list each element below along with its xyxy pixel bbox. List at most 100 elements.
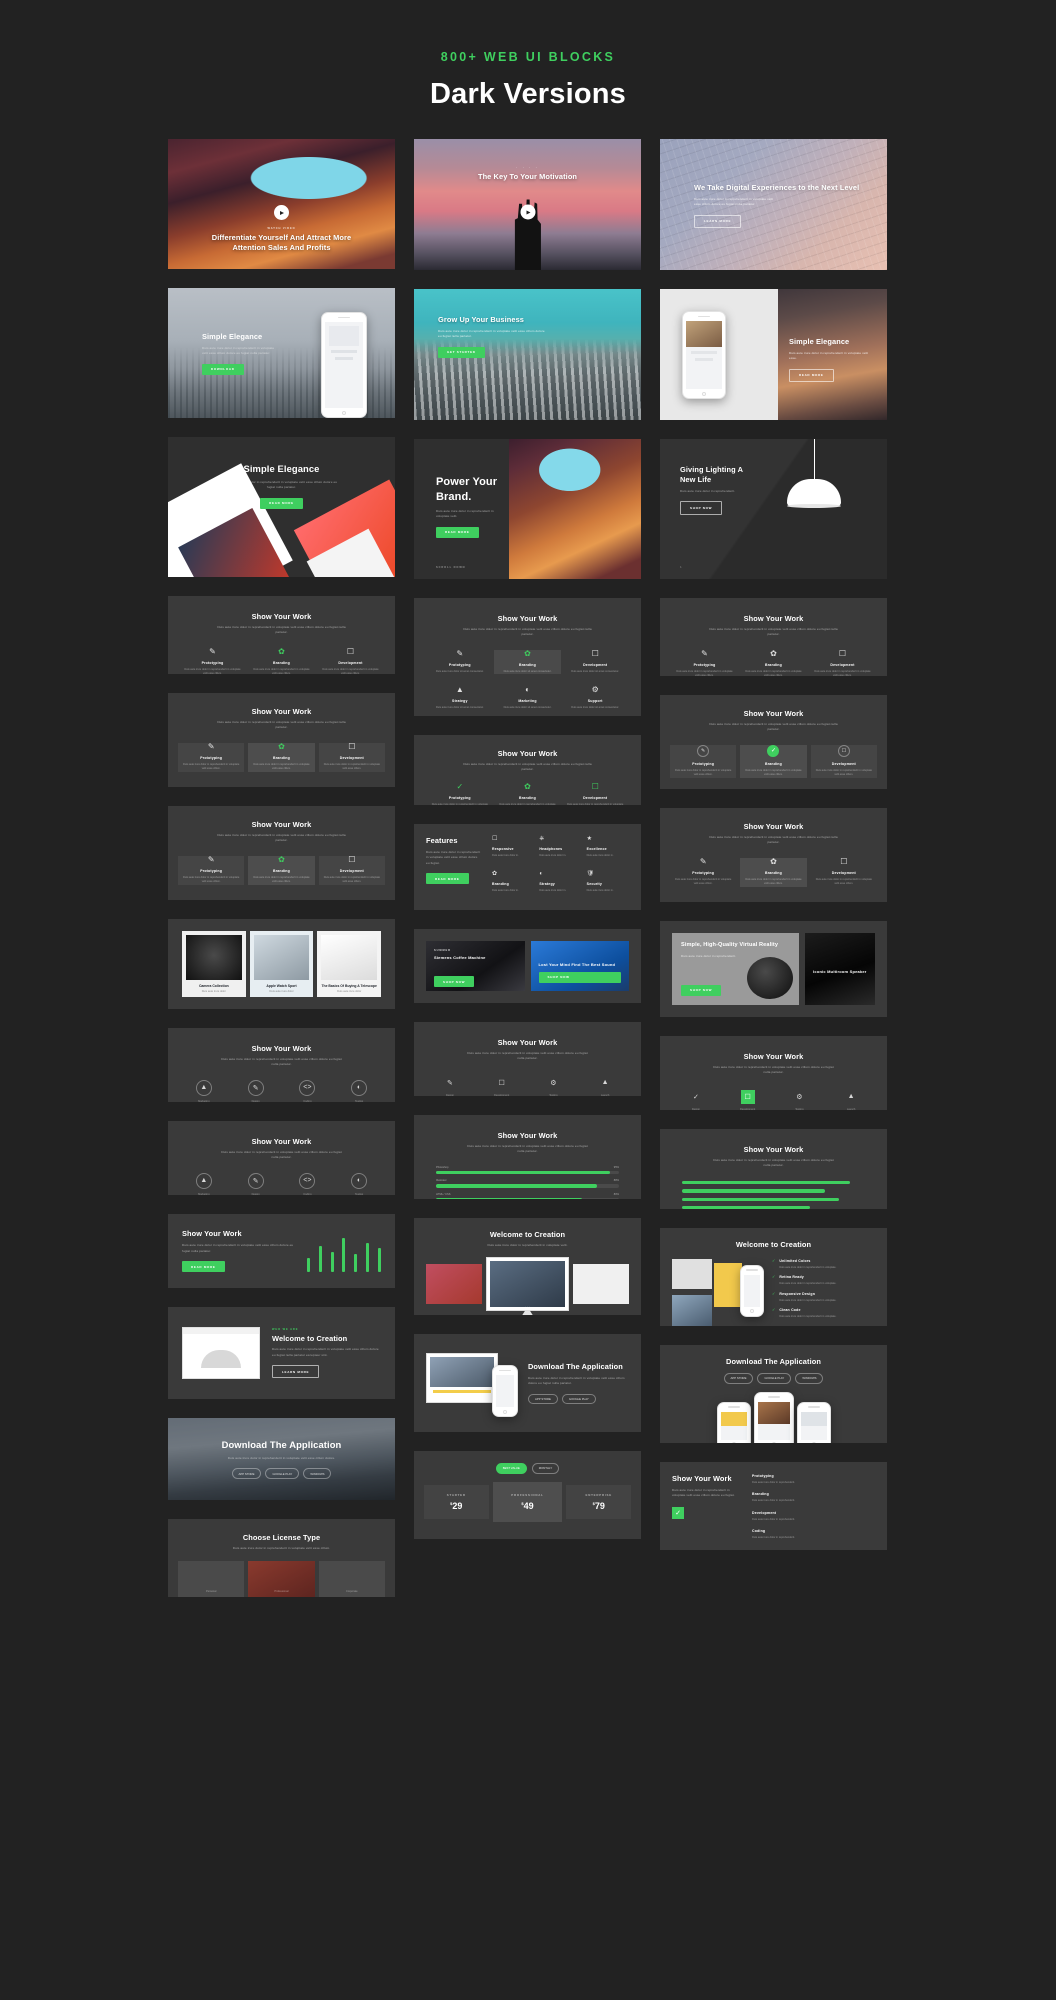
card-giving-lighting[interactable]: Giving Lighting A New Life Duis aute iru… — [660, 439, 887, 579]
feature-item[interactable]: ⚙ Support Duis aute irure dolor sit amet c… — [561, 686, 629, 710]
card-skills-circles-b[interactable]: Show Your Work Duis aute irure dolor in … — [168, 1121, 395, 1195]
skill-item[interactable]: <> Coding — [282, 1079, 334, 1102]
card-promo-two[interactable]: SUMMER Siemens Coffee Machine SHOP NOW L… — [414, 929, 641, 1003]
read-more-button[interactable]: READ MORE — [182, 1261, 225, 1273]
license-option[interactable]: Personal — [178, 1561, 245, 1597]
google-play-button[interactable]: GOOGLE PLAY — [265, 1468, 300, 1479]
feature-item[interactable]: ✿ Branding Duis aute irure dolor sit amet … — [493, 649, 562, 675]
license-option[interactable]: Corporate — [318, 1561, 385, 1597]
skill-item[interactable]: ⚙ Testing — [528, 1076, 580, 1096]
skill-item[interactable]: ✎ Design — [424, 1076, 476, 1096]
product-item[interactable]: Camera Collection Duis aute irure dolor — [182, 931, 246, 997]
list-item[interactable]: ✓ Clean Code Duis aute irure dolor in repr… — [772, 1308, 875, 1319]
feature-item[interactable]: ✎ Prototyping Duis aute irure dolor in r… — [178, 647, 247, 674]
read-more-button[interactable]: READ MORE — [260, 497, 303, 509]
card-show-your-work-boxed-2[interactable]: Show Your Work Duis aute irure dolor in … — [168, 806, 395, 900]
skill-item[interactable]: ✎ Design — [230, 1172, 282, 1195]
feature-item[interactable]: ✿ Branding Duis aute irure dolor in repr… — [248, 855, 315, 885]
card-vr-promo[interactable]: Simple, High-Quality Virtual Reality Dui… — [660, 921, 887, 1017]
card-simple-elegance-diagonal[interactable]: Simple Elegance Duis aute irure dolor in… — [168, 437, 395, 577]
feature-item[interactable]: ▲ Strategy Duis aute irure dolor sit amet … — [426, 686, 494, 710]
promo-item[interactable]: Lost Your Mind Find The Best Sound SHOP … — [530, 941, 629, 991]
card-product-collection[interactable]: Camera Collection Duis aute irure dolor … — [168, 919, 395, 1009]
feature-item[interactable]: ✿ Branding Duis aute irure dolor in repreh… — [494, 782, 562, 805]
card-show-your-work-green-check[interactable]: Show Your Work Duis aute irure dolor in … — [660, 695, 887, 789]
learn-more-button[interactable]: LEARN MORE — [272, 1365, 320, 1379]
feature-item[interactable]: 🛡 Security Duis aute irure dolor in. — [587, 871, 629, 899]
skill-item[interactable]: ▲ Marketing — [178, 1079, 230, 1102]
skill-item[interactable]: ◐ Testing — [333, 1172, 385, 1195]
feature-item[interactable]: ✎ Prototyping Duis aute irure dolor sit am… — [426, 649, 494, 674]
promo-item[interactable]: SUMMER Siemens Coffee Machine SHOP NOW — [426, 941, 525, 991]
card-welcome-slider[interactable]: Welcome to Creation Duis aute irure dolo… — [414, 1218, 641, 1315]
feature-item[interactable]: ◐ Strategy Duis aute irure dolor in. — [539, 871, 581, 899]
card-features-panel[interactable]: Features Duis aute irure dolor in repreh… — [414, 824, 641, 910]
pricing-plan[interactable]: ENTERPRISE $79 — [566, 1484, 631, 1519]
card-show-your-work-a[interactable]: Show Your Work Duis aute irure dolor in … — [168, 596, 395, 674]
feature-item[interactable]: ☐ Development Duis aute irure dolor in rep… — [811, 857, 877, 887]
list-item[interactable]: ✓ Retina Ready Duis aute irure dolor in re… — [772, 1275, 875, 1286]
skill-item[interactable]: ⚙ Testing — [774, 1090, 826, 1110]
feature-item[interactable]: ✿ Branding Duis aute irure dolor in repreh… — [739, 649, 808, 676]
feature-item[interactable]: ✓ Prototyping Duis aute irure dolor in rep… — [426, 782, 494, 805]
card-pricing[interactable]: BEST VALUE MONTHLY STARTER $29 PROFESSIO… — [414, 1451, 641, 1539]
card-show-your-work-c[interactable]: Show Your Work Duis aute irure dolor in … — [660, 598, 887, 676]
pricing-plan-featured[interactable]: PROFESSIONAL $49 — [492, 1481, 563, 1522]
play-icon[interactable] — [520, 204, 535, 220]
skill-item[interactable]: <> Coding — [282, 1172, 334, 1195]
pricing-toggle[interactable]: MONTHLY — [531, 1463, 560, 1474]
card-simple-elegance-phone[interactable]: Simple Elegance Duis aute irure dolor in… — [168, 288, 395, 418]
feature-item[interactable]: ☐ Development Duis aute irure dolor in r… — [318, 855, 385, 885]
list-item[interactable]: ✓ Unlimited Colors Duis aute irure dolor i… — [772, 1258, 875, 1270]
feature-item[interactable]: ✎ Prototyping Duis aute irure dolor in rep… — [670, 649, 739, 676]
feature-item[interactable]: ⎈ Headphones Duis aute irure dolor in. — [539, 836, 581, 864]
skill-item[interactable]: ✎ Design — [230, 1079, 282, 1102]
read-more-button[interactable]: READ MORE — [426, 873, 469, 885]
monitor-mockup[interactable] — [485, 1257, 570, 1315]
feature-item[interactable]: ☐ Development Duis aute irure dolor sit am… — [561, 649, 629, 674]
product-item[interactable]: The Basics Of Buying A Telescope Duis au… — [317, 931, 382, 997]
vr-panel[interactable]: Simple, High-Quality Virtual Reality Dui… — [672, 933, 799, 1005]
card-show-your-work-boxed-3[interactable]: Show Your Work Duis aute irure dolor in … — [660, 808, 887, 902]
skill-item[interactable]: ▲ Marketing — [178, 1172, 230, 1195]
slider-dots[interactable]: • • • — [525, 1305, 530, 1309]
license-option[interactable]: Professional — [248, 1561, 315, 1597]
read-more-button[interactable]: READ MORE — [436, 526, 479, 538]
list-item[interactable]: Branding Duis aute irure dolor in reprehe… — [752, 1492, 875, 1503]
feature-item[interactable]: ✿ Branding Duis aute irure dolor in repr… — [248, 742, 315, 772]
app-store-button[interactable]: APP STORE — [231, 1468, 262, 1479]
windows-button[interactable]: WINDOWS — [303, 1468, 332, 1479]
card-welcome-list[interactable]: Welcome to Creation ✓ Unlimited Colors Dui… — [660, 1228, 887, 1326]
list-item[interactable]: ✓ Responsive Design Duis aute irure dolor … — [772, 1291, 875, 1303]
card-skill-bars-green[interactable]: Show Your Work Duis aute irure dolor in … — [660, 1129, 887, 1209]
feature-item[interactable]: ◐ Marketing Duis aute irure dolor sit amet… — [494, 686, 562, 710]
feature-item[interactable]: ☐ Responsive Duis aute irure dolor in. — [492, 836, 534, 864]
card-hero-canyon[interactable]: WATCH VIDEO Differentiate Yourself And A… — [168, 139, 395, 269]
feature-item[interactable]: ✿ Branding Duis aute irure dolor in. — [492, 871, 534, 899]
windows-button[interactable]: WINDOWS — [795, 1372, 824, 1384]
card-show-your-work-six[interactable]: Show Your Work Duis aute irure dolor in … — [414, 598, 641, 716]
feature-item[interactable]: ✓ Branding Duis aute irure dolor in repreh… — [740, 744, 807, 778]
feature-item[interactable]: ✿ Branding Duis aute irure dolor in repr… — [247, 647, 316, 674]
feature-item[interactable]: ★ Excellence Duis aute irure dolor in. — [587, 836, 629, 864]
skill-item[interactable]: ☐ Development — [722, 1089, 774, 1110]
card-power-brand[interactable]: Power Your Brand. Duis aute irure dolor … — [414, 439, 641, 579]
feature-item[interactable]: ☐ Development Duis aute irure dolor in rep… — [808, 649, 877, 676]
play-icon[interactable] — [274, 205, 289, 221]
card-skills-icons-c[interactable]: Show Your Work Duis aute irure dolor in … — [660, 1036, 887, 1110]
google-play-button[interactable]: GOOGLE PLAY — [757, 1372, 792, 1384]
feature-item[interactable]: ✿ Branding Duis aute irure dolor in repreh… — [740, 857, 807, 887]
card-grow-business[interactable]: Grow Up Your Business Duis aute irure do… — [414, 289, 641, 420]
skill-item[interactable]: ◐ Testing — [333, 1079, 385, 1102]
product-item[interactable]: Apple Watch Sport Duis aute irure dolor — [249, 931, 314, 997]
skill-item[interactable]: ▲ Launch — [825, 1090, 877, 1110]
slide-prev[interactable] — [426, 1264, 482, 1305]
list-item[interactable]: Coding Duis aute irure dolor in reprehend… — [752, 1529, 875, 1540]
list-item[interactable]: Development Duis aute irure dolor in repr… — [752, 1511, 875, 1522]
card-show-your-work-checks[interactable]: Show Your Work Duis aute irure dolor in … — [414, 735, 641, 805]
download-button[interactable]: DOWNLOAD — [202, 363, 244, 375]
read-more-button[interactable]: READ MORE — [789, 368, 834, 382]
card-chart-block[interactable]: Show Your Work Duis aute irure dolor in … — [168, 1214, 395, 1288]
card-show-your-work-boxed[interactable]: Show Your Work Duis aute irure dolor in … — [168, 693, 395, 787]
card-hero-motivation[interactable]: · · · · The Key To Your Motivation — [414, 139, 641, 270]
